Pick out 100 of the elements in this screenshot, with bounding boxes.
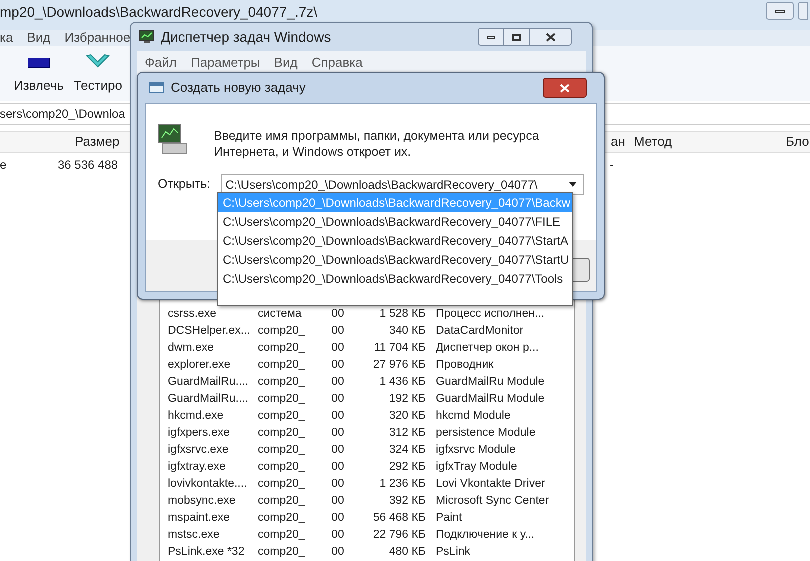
suggestion-item[interactable]: C:\Users\comp20_\Downloads\BackwardRecovery_04077\StartA [218, 231, 572, 250]
table-cell-text: 36 536 488 [58, 157, 118, 174]
computer-icon [158, 124, 188, 156]
table-cell-text: dwm.exe [168, 340, 216, 356]
table-cell-text: igfxTray Module [435, 460, 518, 475]
menu-item[interactable]: Файл [145, 53, 177, 73]
table-cell-text: comp20_ [258, 544, 306, 560]
table-cell-text: comp20_ [258, 528, 306, 543]
table-cell-text: mspaint.exe [168, 510, 232, 526]
table-cell-text: comp20_ [258, 510, 306, 526]
open-label: Открыть: [158, 176, 211, 194]
suggestion-item[interactable]: C:\Users\comp20_\Downloads\BackwardRecovery_04077\FILE [218, 212, 572, 231]
menu-item[interactable]: Справка [312, 53, 363, 73]
table-cell-text: 11 704 КБ [373, 340, 427, 356]
table-cell-text: comp20_ [258, 494, 306, 509]
table-cell-text: PsLink [435, 544, 471, 560]
table-cell-text: 00 [330, 374, 346, 390]
table-cell-text: GuardMailRu Module [435, 374, 545, 390]
window-title: Диспетчер задач Windows [161, 28, 332, 47]
table-cell-text: mstsc.exe [168, 528, 221, 543]
toolbar-button[interactable]: Извлечь [14, 58, 64, 95]
table-cell-text: 00 [330, 306, 346, 322]
toolbar-button[interactable]: Тестиро [74, 54, 122, 95]
menu-item[interactable]: ка [0, 28, 14, 48]
table-cell-text: comp20_ [258, 392, 306, 407]
suggestion-item[interactable]: C:\Users\comp20_\Downloads\BackwardRecovery_04077\Tools [218, 269, 572, 288]
dialog-title: Создать новую задачу [171, 79, 306, 98]
table-cell-text: comp20_ [258, 460, 306, 475]
table-cell-text: 00 [330, 426, 346, 441]
table-cell-text: 192 КБ [388, 392, 427, 407]
table-cell-text: 00 [330, 358, 346, 373]
table-cell-text: 56 468 КБ [372, 510, 427, 526]
table-cell-text: 00 [330, 392, 346, 407]
table-cell-text: 324 КБ [388, 442, 427, 458]
table-cell-text: GuardMailRu.... [168, 374, 250, 390]
table-cell-text: 292 КБ [388, 460, 427, 475]
table-cell-text: igfxtray.exe [168, 460, 227, 475]
minimize-button[interactable] [478, 28, 504, 46]
menu-item[interactable]: Параметры [190, 53, 260, 73]
table-cell-text: 00 [330, 544, 346, 560]
table-cell-text: comp20_ [258, 476, 306, 492]
table-cell-text: mobsync.exe [168, 494, 237, 509]
table-cell-text: 392 КБ [388, 494, 427, 509]
table-cell-text: explorer.exe [168, 358, 232, 373]
dropdown-arrow-icon [569, 182, 577, 187]
column-heading[interactable]: ан [611, 132, 626, 152]
table-cell-text: 1 436 КБ [378, 374, 427, 390]
table-cell-text: Процесс исполнен... [435, 306, 545, 322]
suggestion-item[interactable]: C:\Users\comp20_\Downloads\BackwardRecovery_04077\StartU [218, 250, 572, 269]
table-cell-text: 00 [330, 460, 346, 475]
minimize-button[interactable] [766, 2, 794, 20]
table-cell-text: Диспетчер окон р... [435, 340, 539, 356]
table-cell-text: DataCardMonitor [435, 324, 524, 339]
close-button[interactable] [530, 28, 572, 46]
table-cell-text: Подключение к у... [435, 528, 535, 543]
close-icon [546, 32, 556, 42]
table-cell-text: DCSHelper.ex... [168, 324, 252, 339]
table-cell-text: 00 [330, 528, 346, 543]
table-cell-text: 1 528 КБ [378, 306, 427, 322]
table-cell-text: persistence Module [435, 426, 536, 441]
table-cell-text: comp20_ [258, 340, 306, 356]
table-cell-text: Microsoft Sync Center [435, 494, 550, 509]
table-cell-text: - [610, 157, 614, 174]
table-cell-text: hkcmd.exe [168, 408, 225, 424]
menu-item[interactable]: Вид [274, 53, 298, 73]
table-cell-text: 312 КБ [388, 426, 427, 441]
table-cell-text: Paint [435, 510, 462, 526]
table-cell-text: 00 [330, 324, 346, 339]
table-cell-text: GuardMailRu.... [168, 392, 250, 407]
table-cell-text: igfxpers.exe [168, 426, 232, 441]
table-cell-text: 00 [330, 494, 346, 509]
table-cell-text: igfxsrvc Module [435, 442, 516, 458]
table-cell-text: е [0, 157, 7, 174]
table-cell-text: igfxsrvc.exe [168, 442, 230, 458]
close-icon [560, 84, 570, 92]
column-heading[interactable]: Метод [634, 132, 672, 152]
table-cell-text: comp20_ [258, 442, 306, 458]
table-cell-text: 00 [330, 510, 346, 526]
table-cell-text: GuardMailRu Module [435, 392, 545, 407]
table-cell-text: 340 КБ [388, 324, 427, 339]
window-title: mp20_\Downloads\BackwardRecovery_04077_.7z\ [0, 3, 318, 22]
table-cell-text: 00 [330, 408, 346, 424]
column-heading[interactable]: Размер [75, 132, 120, 152]
table-cell-text: PsLink.exe *32 [168, 544, 246, 560]
close-button[interactable] [543, 78, 587, 98]
table-cell-text: 480 КБ [388, 544, 427, 560]
table-cell-text: 00 [330, 476, 346, 492]
bar-icon [28, 58, 50, 68]
table-cell-text: comp20_ [258, 426, 306, 441]
table-cell-text: 22 796 КБ [372, 528, 427, 543]
table-cell-text: система [258, 306, 303, 322]
menu-item[interactable]: Вид [27, 28, 51, 48]
table-cell-text: 320 КБ [388, 408, 427, 424]
monitor-icon [139, 30, 155, 44]
prompt-text: Введите имя программы, папки, документа или ресурса Интернета, и Windows откроет их. [214, 128, 540, 160]
table-cell-text: hkcmd Module [435, 408, 511, 424]
table-cell-text: csrss.exe [168, 306, 218, 322]
column-heading[interactable]: Бло [786, 132, 810, 152]
table-cell-text: comp20_ [258, 374, 306, 390]
menu-item[interactable]: Избранное [64, 28, 131, 48]
